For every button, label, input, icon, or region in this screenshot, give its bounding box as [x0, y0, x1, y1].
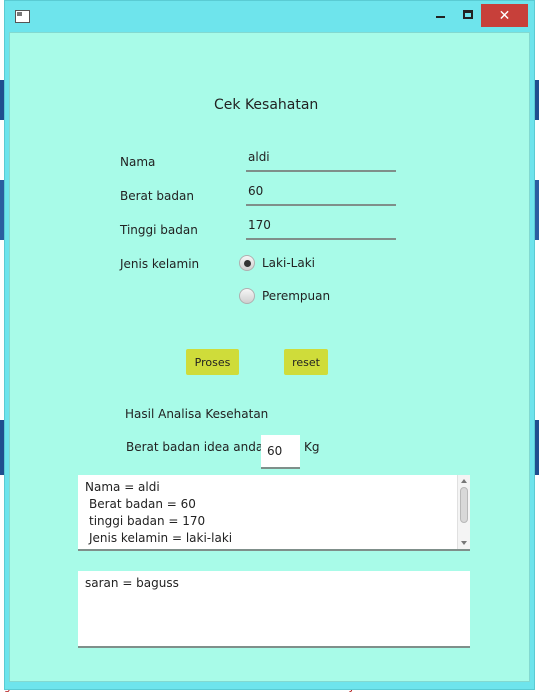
result-line: Nama = aldi: [85, 480, 160, 494]
berat-field[interactable]: [246, 178, 396, 206]
close-button[interactable]: ✕: [481, 4, 528, 27]
reset-button[interactable]: reset: [284, 349, 328, 375]
ideal-label: Berat badan idea anda: [126, 440, 264, 454]
gender-label: Jenis kelamin: [120, 257, 200, 271]
form-panel: Cek Kesahatan Nama Berat badan Tinggi ba…: [9, 32, 530, 682]
proses-button[interactable]: Proses: [186, 349, 239, 375]
radio-perempuan[interactable]: Perempuan: [239, 288, 330, 304]
result-line: tinggi badan = 170: [89, 514, 206, 528]
app-window: ✕ Cek Kesahatan Nama Berat badan Tinggi …: [4, 0, 535, 690]
result-line: Jenis kelamin = laki-laki: [89, 531, 233, 545]
window-icon: [15, 10, 30, 23]
hasil-heading: Hasil Analisa Kesehatan: [125, 407, 269, 421]
page-title: Cek Kesahatan: [214, 97, 319, 113]
scroll-up-icon[interactable]: [461, 479, 467, 483]
radio-label: Laki-Laki: [262, 256, 315, 270]
saran-textarea[interactable]: saran = baguss: [78, 571, 470, 648]
result-textarea[interactable]: Nama = aldi Berat badan = 60 tinggi bada…: [78, 475, 470, 551]
saran-text: saran = baguss: [85, 576, 179, 590]
maximize-button[interactable]: [455, 3, 481, 25]
radio-label: Perempuan: [262, 289, 331, 303]
scroll-down-icon[interactable]: [461, 541, 467, 545]
tinggi-label: Tinggi badan: [120, 223, 198, 237]
nama-field[interactable]: [246, 144, 396, 172]
berat-label: Berat badan: [120, 189, 194, 203]
minimize-button[interactable]: [427, 3, 453, 25]
radio-laki-laki[interactable]: Laki-Laki: [239, 255, 315, 271]
title-bar[interactable]: ✕: [5, 1, 534, 32]
ideal-unit: Kg: [304, 440, 320, 454]
result-line: Berat badan = 60: [89, 497, 196, 511]
nama-label: Nama: [120, 155, 156, 169]
scrollbar-thumb[interactable]: [460, 487, 468, 523]
vertical-scrollbar[interactable]: [457, 475, 470, 549]
radio-selected-icon[interactable]: [239, 255, 255, 271]
ideal-weight-field[interactable]: [261, 435, 300, 469]
tinggi-field[interactable]: [246, 212, 396, 240]
close-icon: ✕: [498, 7, 511, 24]
radio-unselected-icon[interactable]: [239, 288, 255, 304]
maximize-icon: [463, 9, 473, 19]
minimize-icon: [435, 16, 445, 18]
